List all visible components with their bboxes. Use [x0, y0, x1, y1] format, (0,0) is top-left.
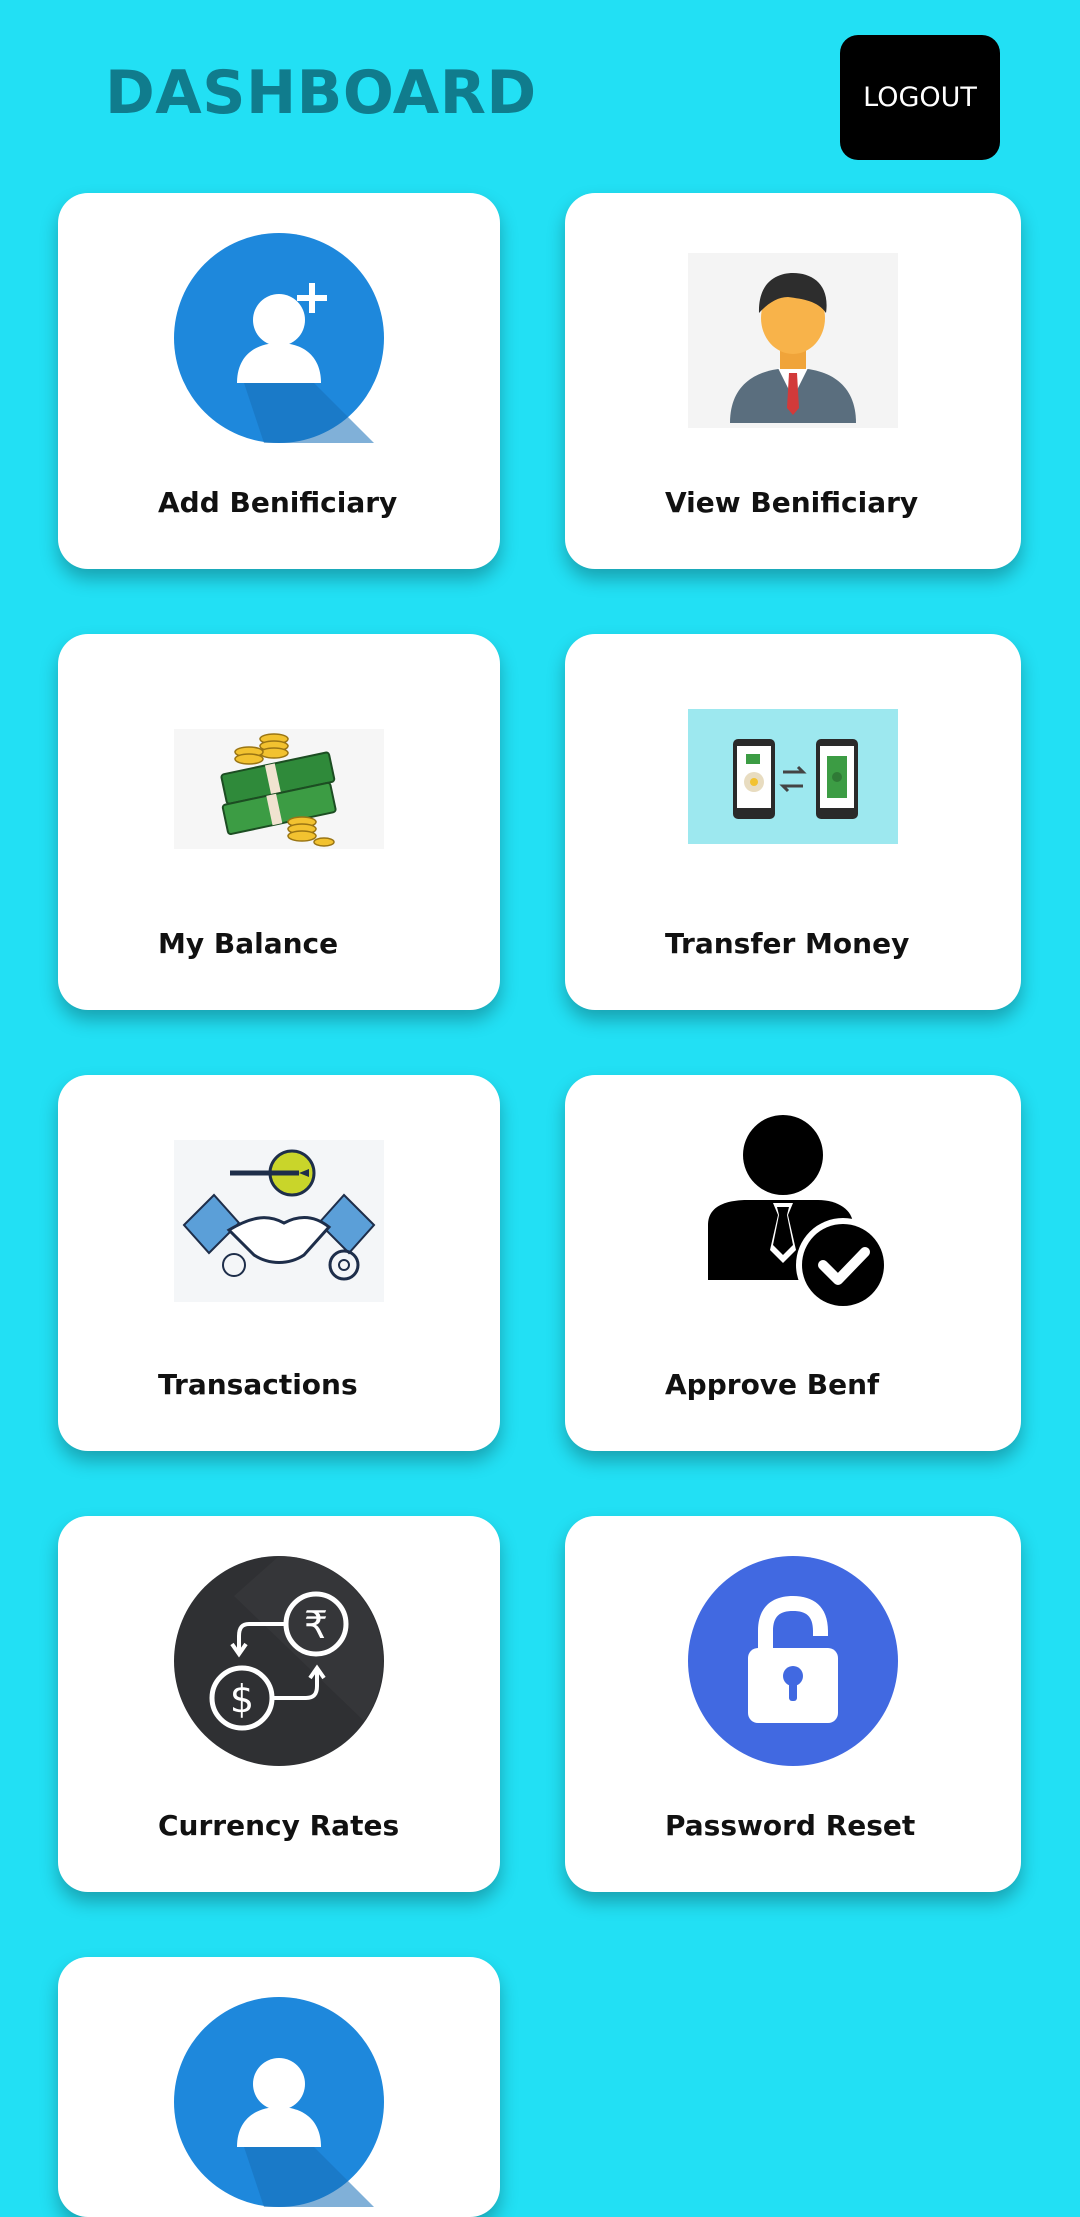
card-label: Transactions: [158, 1368, 358, 1401]
handshake-icon: [174, 1140, 384, 1302]
user-approved-icon: [708, 1115, 890, 1312]
lock-icon: [688, 1556, 898, 1766]
card-my-balance[interactable]: My Balance: [58, 634, 500, 1010]
card-password-reset[interactable]: Password Reset: [565, 1516, 1021, 1892]
card-label: Transfer Money: [665, 927, 910, 960]
card-label: View Benificiary: [665, 486, 919, 519]
add-user-icon: [174, 233, 384, 443]
card-transactions[interactable]: Transactions: [58, 1075, 500, 1451]
card-view-beneficiary[interactable]: View Benificiary: [565, 193, 1021, 569]
card-label: Add Benificiary: [158, 486, 398, 519]
currency-exchange-icon: ₹ $: [174, 1556, 384, 1766]
logout-button[interactable]: LOGOUT: [840, 35, 1000, 160]
svg-text:₹: ₹: [304, 1603, 328, 1647]
card-label: Approve Benf: [665, 1368, 880, 1401]
svg-text:$: $: [230, 1677, 254, 1721]
phone-transfer-icon: [688, 709, 898, 844]
card-add-beneficiary[interactable]: Add Benificiary: [58, 193, 500, 569]
card-label: My Balance: [158, 927, 339, 960]
card-partial[interactable]: [58, 1957, 500, 2217]
user-icon: [174, 1997, 384, 2207]
card-approve-benf[interactable]: Approve Benf: [565, 1075, 1021, 1451]
page-title: DASHBOARD: [105, 58, 537, 128]
card-label: Currency Rates: [158, 1809, 400, 1842]
card-label: Password Reset: [665, 1809, 916, 1842]
money-stack-icon: [174, 729, 384, 849]
businessman-icon: [688, 253, 898, 428]
card-currency-rates[interactable]: ₹ $ Currency Rates: [58, 1516, 500, 1892]
card-transfer-money[interactable]: Transfer Money: [565, 634, 1021, 1010]
